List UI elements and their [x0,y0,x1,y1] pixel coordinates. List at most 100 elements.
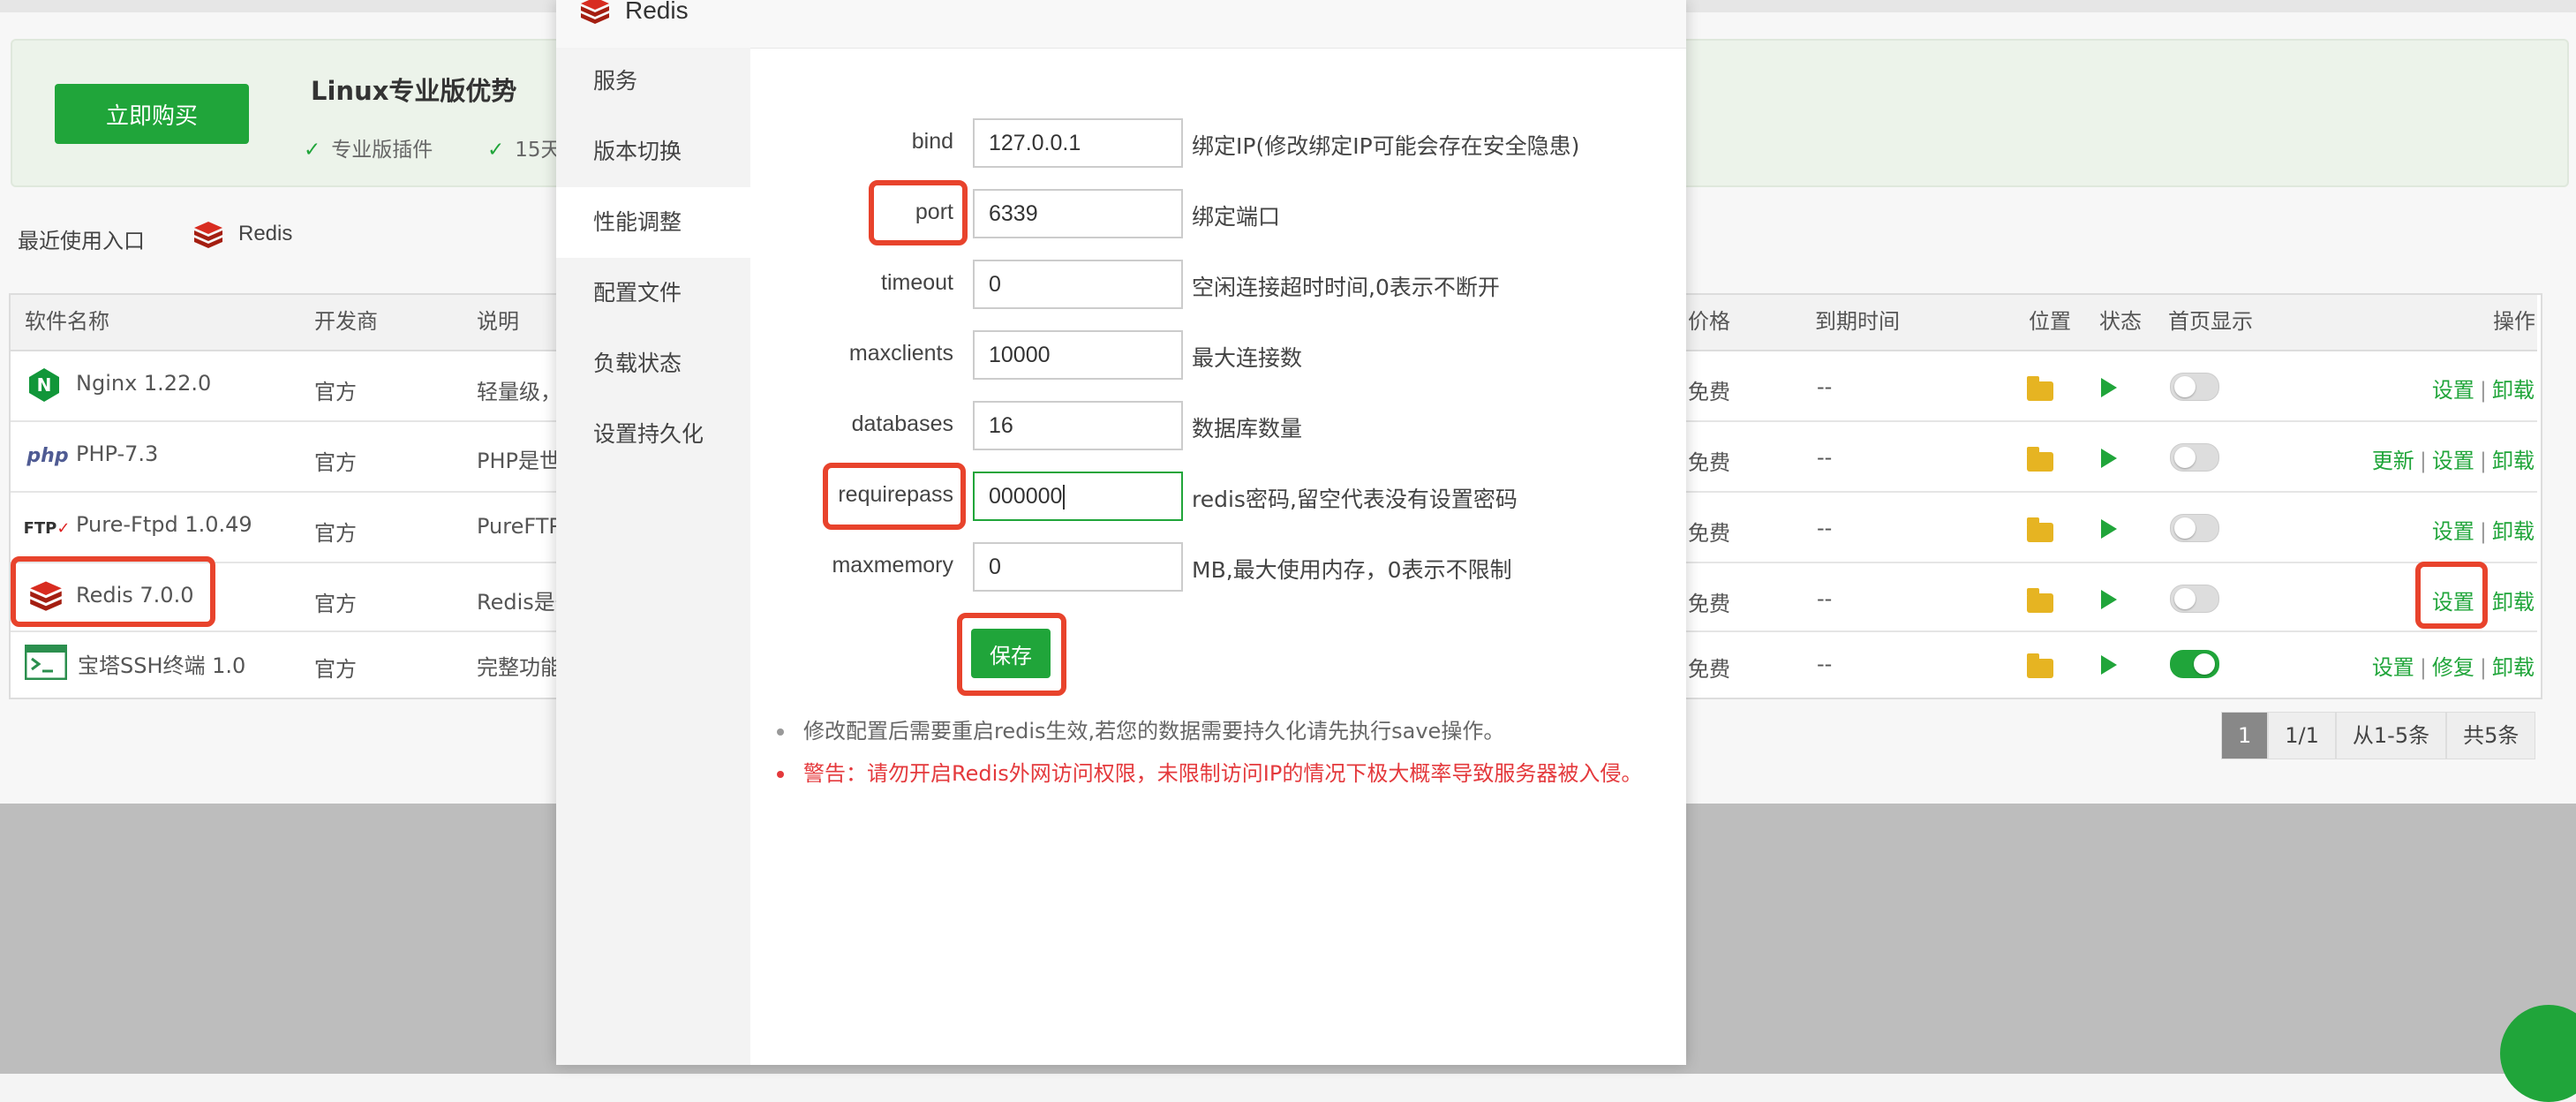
homepage-toggle[interactable] [2170,514,2219,542]
port-input[interactable]: 6339 [973,189,1183,238]
description: PHP是世 [477,449,561,473]
settings-link[interactable]: 设置 [2372,655,2414,680]
col-name: 软件名称 [25,309,109,334]
settings-link[interactable]: 设置 [2432,449,2474,473]
software-name[interactable]: PHP-7.3 [76,442,158,466]
homepage-toggle[interactable] [2170,650,2219,678]
promo-title: Linux专业版优势 [311,76,517,106]
bind-input[interactable]: 127.0.0.1 [973,118,1183,168]
folder-icon[interactable] [2027,447,2053,472]
bullet-icon [777,728,784,736]
uninstall-link[interactable]: 卸载 [2492,590,2535,615]
description: 轻量级， [477,380,561,404]
sidebar-item-performance[interactable]: 性能调整 [556,187,750,258]
field-label-timeout: timeout [881,270,953,295]
maxmemory-input[interactable]: 0 [973,542,1183,592]
check-icon: ✓ [304,139,321,162]
settings-link[interactable]: 设置 [2432,378,2474,403]
highlight-port-label [869,180,968,245]
note-restart: 修改配置后需要重启redis生效,若您的数据需要持久化请先执行save操作。 [777,713,1504,744]
homepage-toggle[interactable] [2170,585,2219,613]
software-name[interactable]: Pure-Ftpd 1.0.49 [76,512,252,537]
databases-input[interactable]: 16 [973,401,1183,450]
description: 完整功能 [477,655,561,680]
vendor: 官方 [314,521,357,546]
field-desc-requirepass: redis密码,留空代表没有设置密码 [1192,487,1518,512]
recent-entry-redis[interactable]: Redis [192,220,292,248]
col-price: 价格 [1688,309,1730,334]
redis-icon [581,0,609,24]
modal-title: Redis [625,0,689,24]
homepage-toggle[interactable] [2170,373,2219,401]
price: 免费 [1688,657,1730,682]
field-label-bind: bind [911,129,953,154]
buy-now-button[interactable]: 立即购买 [55,84,249,144]
settings-link[interactable]: 设置 [2432,519,2474,544]
terminal-icon [25,645,67,680]
expire: -- [1817,652,1833,676]
expire: -- [1817,586,1833,611]
vendor: 官方 [314,380,357,404]
description: PureFTP [477,514,561,539]
play-icon[interactable] [2101,449,2117,468]
field-desc-maxclients: 最大连接数 [1192,345,1303,371]
sidebar-item-load-status[interactable]: 负载状态 [556,328,750,399]
ftp-icon: FTP✓ [23,518,71,538]
folder-icon[interactable] [2027,588,2053,613]
vendor: 官方 [314,450,357,475]
col-status: 状态 [2099,309,2142,334]
uninstall-link[interactable]: 卸载 [2492,378,2535,403]
pagination: 1 1/1 从1-5条 共5条 [2221,712,2536,759]
play-icon[interactable] [2101,378,2117,397]
page-current[interactable]: 1 [2221,712,2269,759]
price: 免费 [1688,450,1730,475]
col-ops: 操作 [2493,309,2535,334]
software-name[interactable]: Nginx 1.22.0 [76,371,211,396]
maxclients-input[interactable]: 10000 [973,330,1183,380]
software-name[interactable]: 宝塔SSH终端 1.0 [78,648,245,679]
uninstall-link[interactable]: 卸载 [2492,449,2535,473]
sidebar-item-version[interactable]: 版本切换 [556,117,750,187]
vendor: 官方 [314,657,357,682]
sidebar-item-config-file[interactable]: 配置文件 [556,258,750,328]
field-desc-maxmemory: MB,最大使用内存，0表示不限制 [1192,557,1512,583]
folder-icon[interactable] [2027,653,2053,678]
highlight-requirepass-label [823,463,966,530]
folder-icon[interactable] [2027,517,2053,542]
update-link[interactable]: 更新 [2372,449,2414,473]
timeout-input[interactable]: 0 [973,260,1183,309]
field-label-maxclients: maxclients [848,341,953,366]
php-icon: php [26,444,69,467]
expire: -- [1817,374,1833,399]
play-icon[interactable] [2101,519,2117,539]
svg-text:N: N [37,374,52,396]
field-desc-port: 绑定端口 [1192,204,1281,230]
uninstall-link[interactable]: 卸载 [2492,655,2535,680]
promo-feature: ✓ 15天 [487,139,561,162]
folder-icon[interactable] [2027,376,2053,401]
price: 免费 [1688,592,1730,616]
col-expire: 到期时间 [1815,309,1900,334]
check-icon: ✓ [487,139,505,162]
modal-header [556,0,1686,49]
requirepass-input[interactable]: 000000 [973,472,1183,521]
page-total: 共5条 [2446,712,2536,759]
col-vendor: 开发商 [314,309,378,334]
price: 免费 [1688,521,1730,546]
vendor: 官方 [314,592,357,616]
play-icon[interactable] [2101,590,2117,609]
promo-feature: ✓ 专业版插件 [304,139,433,162]
note-warning: 警告：请勿开启Redis外网访问权限，未限制访问IP的情况下极大概率导致服务器被… [777,756,1642,787]
sidebar-item-persistence[interactable]: 设置持久化 [556,399,750,470]
redis-icon [194,222,222,248]
field-desc-timeout: 空闲连接超时时间,0表示不断开 [1192,275,1500,300]
field-desc-databases: 数据库数量 [1192,416,1303,442]
uninstall-link[interactable]: 卸载 [2492,519,2535,544]
highlight-save-button [957,613,1066,696]
repair-link[interactable]: 修复 [2432,655,2474,680]
sidebar-item-service[interactable]: 服务 [556,46,750,117]
col-desc: 说明 [477,309,519,334]
play-icon[interactable] [2101,655,2117,675]
row-ops: 设置 | 卸载 [2431,519,2535,544]
homepage-toggle[interactable] [2170,443,2219,472]
